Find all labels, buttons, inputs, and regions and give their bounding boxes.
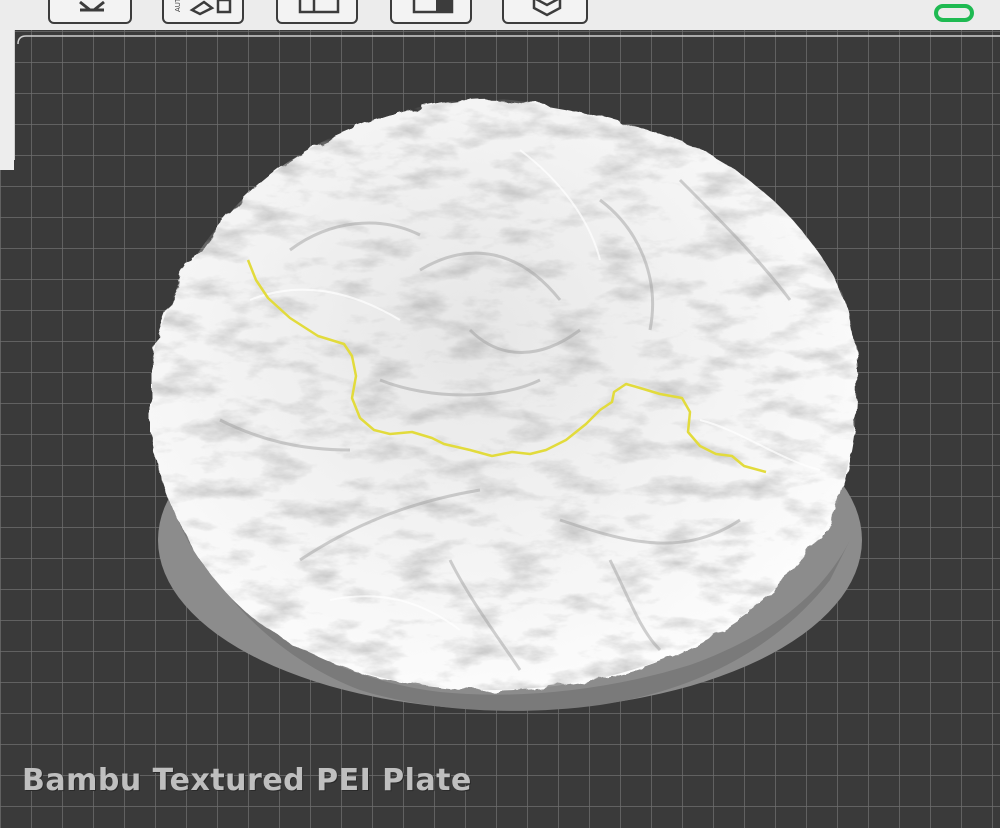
layout-icon — [298, 0, 340, 14]
arrange-tool-button[interactable] — [48, 0, 132, 24]
3d-viewport[interactable]: Bambu Textured PEI Plate — [0, 30, 1000, 828]
split-tool-button[interactable] — [390, 0, 472, 24]
plate-name-label: Bambu Textured PEI Plate — [22, 763, 472, 798]
auto-orient-tool-button[interactable]: AUTO — [162, 0, 244, 24]
arrange-icon — [79, 0, 105, 12]
build-plate-scene — [0, 30, 1000, 828]
split-icon — [412, 0, 454, 14]
support-tool-button[interactable] — [502, 0, 588, 24]
auto-orient-icon: AUTO — [174, 0, 232, 16]
auto-icon-text: AUTO — [174, 0, 182, 12]
hexagon-icon — [532, 0, 562, 17]
left-panel-edge — [0, 30, 14, 170]
toolbar: AUTO — [0, 0, 1000, 30]
layout-tool-button[interactable] — [276, 0, 358, 24]
connection-status-icon — [934, 4, 974, 22]
